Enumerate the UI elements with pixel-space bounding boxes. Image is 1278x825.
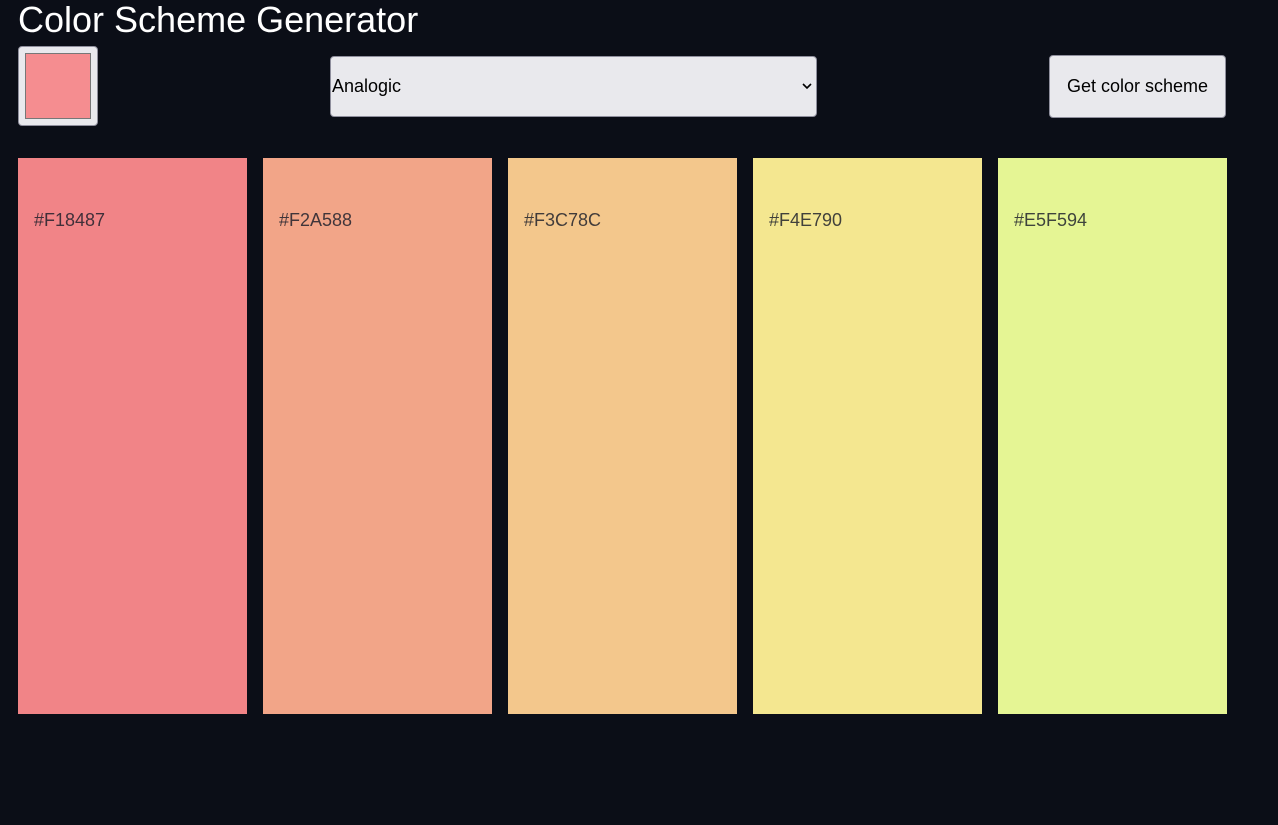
get-color-scheme-button[interactable]: Get color scheme xyxy=(1049,55,1226,118)
color-column[interactable]: #F18487 xyxy=(18,158,247,714)
color-column[interactable]: #F4E790 xyxy=(753,158,982,714)
scheme-mode-select[interactable]: Analogic xyxy=(330,56,817,117)
color-hex-label: #F18487 xyxy=(34,210,106,230)
seed-color-picker[interactable] xyxy=(18,46,98,126)
color-columns: #F18487 #F2A588 #F3C78C #F4E790 #E5F594 xyxy=(18,158,1227,714)
color-hex-label: #F4E790 xyxy=(769,210,843,230)
page-title: Color Scheme Generator xyxy=(18,0,419,40)
chevron-down-icon xyxy=(802,82,812,92)
color-hex-label: #E5F594 xyxy=(1014,210,1088,230)
color-column[interactable]: #F2A588 xyxy=(263,158,492,714)
color-column[interactable]: #E5F594 xyxy=(998,158,1227,714)
color-column[interactable]: #F3C78C xyxy=(508,158,737,714)
color-hex-label: #F2A588 xyxy=(279,210,353,230)
seed-color-swatch xyxy=(25,53,91,119)
color-hex-label: #F3C78C xyxy=(524,210,602,230)
page: Color Scheme Generator Analogic Get colo… xyxy=(0,0,1278,825)
scheme-mode-selected-value: Analogic xyxy=(332,76,402,96)
